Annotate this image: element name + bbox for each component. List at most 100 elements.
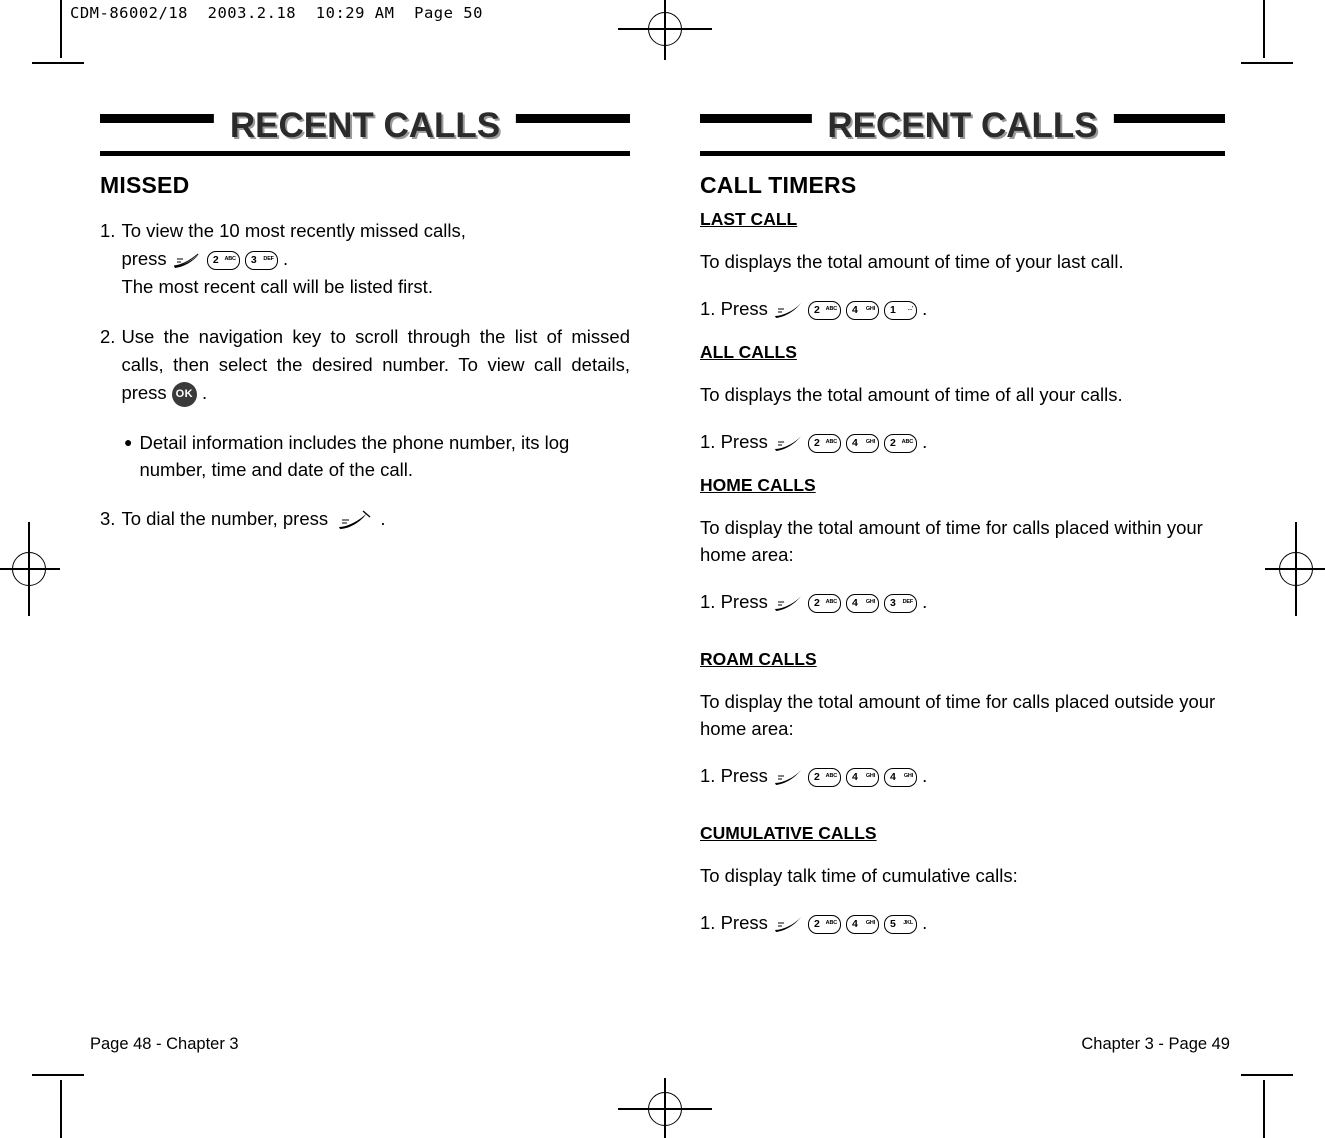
block-title-last-call: LAST CALL — [700, 209, 798, 229]
keycap-2abc-second-letters: ABC — [901, 439, 914, 446]
keycap-2abc-digit: 2 — [212, 253, 219, 266]
block-press-home-calls: 1. Press 2 ABC 4 GHI 3 DEF . — [700, 588, 1225, 615]
end-key-icon — [333, 509, 375, 531]
send-key-icon — [773, 593, 803, 613]
press-label-all-calls: 1. Press — [700, 431, 768, 452]
keycap-2abc-letters: ABC — [825, 439, 838, 446]
keycap-4ghi: 4 GHI — [846, 767, 879, 787]
period-all-calls: . — [922, 431, 928, 452]
keycap-4ghi-digit: 4 — [852, 770, 858, 783]
press-label-roam-calls: 1. Press — [700, 765, 768, 786]
keycap-2abc: 2 ABC — [808, 593, 841, 613]
left-step-3-period: . — [380, 508, 386, 529]
crop-mark-bottom-right-h — [1241, 1074, 1293, 1076]
right-section-heading: CALL TIMERS — [700, 172, 857, 198]
left-page-footer: Page 48 - Chapter 3 — [90, 1035, 239, 1053]
send-key-icon — [773, 914, 803, 934]
right-page: RECENT CALLS CALL TIMERS LAST CALL To di… — [700, 106, 1225, 956]
block-body-last-call: To displays the total amount of time of … — [700, 251, 1124, 272]
keycap-3def-letters: DEF — [263, 256, 274, 263]
press-label-last-call: 1. Press — [700, 298, 768, 319]
crop-mark-bottom-left-v — [60, 1080, 62, 1138]
keycap-1-digit: 1 — [890, 303, 896, 316]
keycap-1: 1 ...' — [884, 300, 917, 320]
block-press-last-call: 1. Press 2 ABC 4 GHI 1 ...' . — [700, 295, 1225, 322]
right-page-title: RECENT CALLS — [811, 106, 1114, 146]
crop-mark-top-right-v — [1263, 0, 1265, 58]
keycap-4ghi-letters: GHI — [865, 306, 875, 313]
keycap-2abc: 2 ABC — [808, 433, 841, 453]
registration-cross-left-h — [0, 568, 60, 570]
keycap-3def-digit: 3 — [890, 596, 896, 609]
keycap-3def: 3 DEF — [884, 593, 917, 613]
left-step-3-number: 3. — [100, 508, 116, 529]
press-label-home-calls: 1. Press — [700, 591, 768, 612]
keycap-2abc-digit: 2 — [814, 770, 820, 783]
block-press-cumulative-calls: 1. Press 2 ABC 4 GHI 5 JKL . — [700, 909, 1225, 936]
keycap-4ghi-letters: GHI — [865, 773, 875, 780]
keycap-4ghi-letters: GHI — [865, 439, 875, 446]
send-key-icon — [773, 300, 803, 320]
keycap-2abc-second: 2 ABC — [884, 433, 917, 453]
keys-all-calls: 2 ABC 4 GHI 2 ABC — [773, 433, 917, 453]
keycap-5jkl-letters: JKL — [903, 920, 913, 927]
block-press-all-calls: 1. Press 2 ABC 4 GHI 2 ABC . — [700, 428, 1225, 455]
keycap-2abc: 2 ABC — [808, 767, 841, 787]
send-key-icon — [773, 767, 803, 787]
keycap-2abc-letters: ABC — [825, 773, 838, 780]
left-bullet-row: ● Detail information includes the phone … — [124, 429, 630, 483]
keycap-1-letters: ...' — [907, 306, 913, 313]
keycap-2abc-digit: 2 — [814, 303, 820, 316]
keycap-5jkl-digit: 5 — [890, 917, 896, 930]
left-step-3: 3. To dial the number, press . — [100, 505, 630, 533]
print-slug: CDM-86002/18 2003.2.18 10:29 AM Page 50 — [70, 4, 483, 22]
block-title-roam-calls: ROAM CALLS — [700, 649, 817, 669]
left-section-heading: MISSED — [100, 172, 190, 198]
period-last-call: . — [922, 298, 928, 319]
keycap-4ghi-digit: 4 — [852, 303, 858, 316]
left-step-3-text: To dial the number, press . — [121, 505, 630, 533]
keycap-2abc-letters: ABC — [224, 256, 237, 263]
left-step-1: 1. To view the 10 most recently missed c… — [100, 217, 630, 301]
keycap-2abc: 2 ABC — [808, 914, 841, 934]
left-step-1-press-label: press — [121, 248, 167, 269]
registration-cross-right-v — [1295, 522, 1297, 616]
keycap-2abc: 2 ABC — [808, 300, 841, 320]
keycap-4ghi: 4 GHI — [846, 433, 879, 453]
left-step-1-keys: 2 ABC 3 DEF — [172, 250, 278, 270]
left-step-2-number: 2. — [100, 326, 116, 347]
block-title-cumulative-calls: CUMULATIVE CALLS — [700, 823, 877, 843]
keycap-2abc-second-digit: 2 — [890, 436, 896, 449]
registration-cross-left-v — [28, 522, 30, 616]
registration-cross-top-v — [664, 0, 666, 60]
keys-last-call: 2 ABC 4 GHI 1 ...' — [773, 300, 917, 320]
keycap-4ghi: 4 GHI — [846, 593, 879, 613]
crop-mark-top-left-v — [60, 0, 62, 58]
block-body-cumulative-calls: To display talk time of cumulative calls… — [700, 865, 1018, 886]
banner-rule-bottom — [100, 151, 630, 156]
left-step-1-text: To view the 10 most recently missed call… — [121, 217, 630, 301]
keycap-2abc-letters: ABC — [825, 306, 838, 313]
send-key-icon — [172, 250, 202, 270]
left-page-title: RECENT CALLS — [213, 106, 517, 146]
press-label-cumulative-calls: 1. Press — [700, 912, 768, 933]
left-step-1-period: . — [282, 248, 289, 269]
left-page: RECENT CALLS MISSED 1. To view the 10 mo… — [100, 106, 630, 555]
keycap-2abc-digit: 2 — [814, 596, 820, 609]
left-step-1-number: 1. — [100, 220, 116, 241]
keycap-4ghi-second-digit: 4 — [890, 770, 896, 783]
send-key-icon — [773, 433, 803, 453]
period-cumulative-calls: . — [922, 912, 928, 933]
keycap-4ghi-digit: 4 — [852, 917, 858, 930]
block-title-all-calls: ALL CALLS — [700, 342, 797, 362]
block-body-roam-calls: To display the total amount of time for … — [700, 691, 1216, 739]
left-step-2-body: Use the navigation key to scroll through… — [121, 326, 630, 403]
keycap-3def-digit: 3 — [250, 253, 257, 266]
crop-mark-top-right-h — [1241, 62, 1293, 64]
keycap-4ghi-letters: GHI — [865, 920, 875, 927]
keycap-4ghi: 4 GHI — [846, 300, 879, 320]
keycap-4ghi-letters: GHI — [865, 599, 875, 606]
left-step-1-line1: To view the 10 most recently missed call… — [121, 220, 466, 241]
keycap-3def-letters: DEF — [902, 599, 914, 606]
keycap-4ghi-second: 4 GHI — [884, 767, 917, 787]
